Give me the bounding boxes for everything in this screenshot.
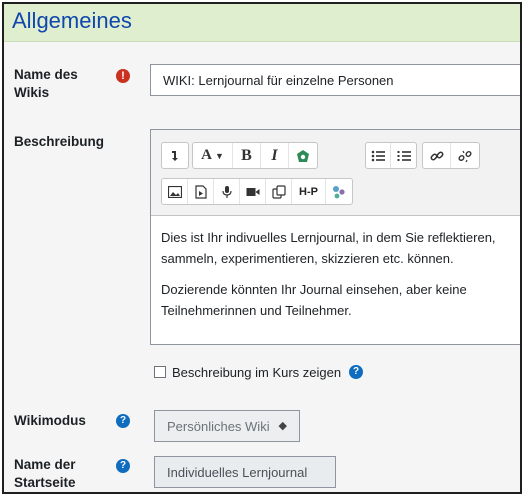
wiki-name-input[interactable]: [150, 64, 520, 96]
editor-paragraph-2: Dozierende könnten Ihr Journal einsehen,…: [161, 282, 467, 318]
startpage-label: Name der Startseite: [14, 456, 76, 492]
h5p-icon[interactable]: H-P: [292, 179, 326, 204]
copy-icon[interactable]: [266, 179, 292, 204]
section-header[interactable]: Allgemeines: [4, 4, 520, 42]
form-panel: Allgemeines Name des Wikis ! Beschreibun…: [2, 2, 522, 494]
video-icon[interactable]: [240, 179, 266, 204]
image-icon[interactable]: [162, 179, 188, 204]
toolbar-group-collapse: [161, 142, 189, 169]
color-icon[interactable]: [289, 143, 317, 168]
startpage-input[interactable]: Individuelles Lernjournal: [154, 456, 336, 488]
bullet-list-icon[interactable]: [366, 143, 391, 168]
collapse-icon[interactable]: [162, 143, 188, 168]
bold-icon[interactable]: B: [233, 143, 261, 168]
wikimode-select-value: Persönliches Wiki: [167, 419, 270, 434]
numbered-list-icon[interactable]: [391, 143, 416, 168]
description-label: Beschreibung: [14, 134, 105, 149]
help-icon[interactable]: ?: [116, 459, 130, 473]
name-label: Name des Wikis: [14, 66, 78, 102]
show-description-row: Beschreibung im Kurs zeigen ?: [154, 363, 364, 381]
startpage-label-line1: Name der: [14, 457, 76, 472]
name-label-line1: Name des: [14, 67, 78, 82]
toolbar-group-media: H-P: [161, 178, 353, 205]
font-icon[interactable]: A ▼: [193, 143, 233, 168]
show-description-checkbox[interactable]: [154, 366, 166, 378]
microphone-icon[interactable]: [214, 179, 240, 204]
toolbar-group-lists: [365, 142, 417, 169]
toolbar-group-format: A ▼ B I: [192, 142, 318, 169]
bubbles-icon[interactable]: [326, 179, 352, 204]
editor-content-area[interactable]: Dies ist Ihr indivuelles Lernjournal, in…: [151, 217, 520, 345]
name-label-line2: Wikis: [14, 85, 50, 100]
link-icon[interactable]: [423, 143, 451, 168]
unlink-icon[interactable]: [451, 143, 479, 168]
required-icon: !: [116, 69, 130, 83]
description-editor[interactable]: A ▼ B I H-P Dies ist Ihr indivuelles Ler…: [150, 129, 520, 345]
select-arrows-icon: ◆: [278, 420, 287, 432]
wikimode-select[interactable]: Persönliches Wiki ◆: [154, 410, 300, 442]
wikimode-label: Wikimodus: [14, 413, 86, 428]
toolbar-group-links: [422, 142, 480, 169]
editor-paragraph-1: Dies ist Ihr indivuelles Lernjournal, in…: [161, 230, 496, 266]
help-icon[interactable]: ?: [349, 365, 364, 379]
media-icon[interactable]: [188, 179, 214, 204]
editor-toolbar: A ▼ B I H-P: [151, 130, 520, 216]
startpage-label-line2: Startseite: [14, 475, 76, 490]
section-title[interactable]: Allgemeines: [12, 8, 132, 34]
italic-icon[interactable]: I: [261, 143, 289, 168]
help-icon[interactable]: ?: [116, 414, 130, 428]
show-description-label: Beschreibung im Kurs zeigen: [172, 364, 342, 380]
